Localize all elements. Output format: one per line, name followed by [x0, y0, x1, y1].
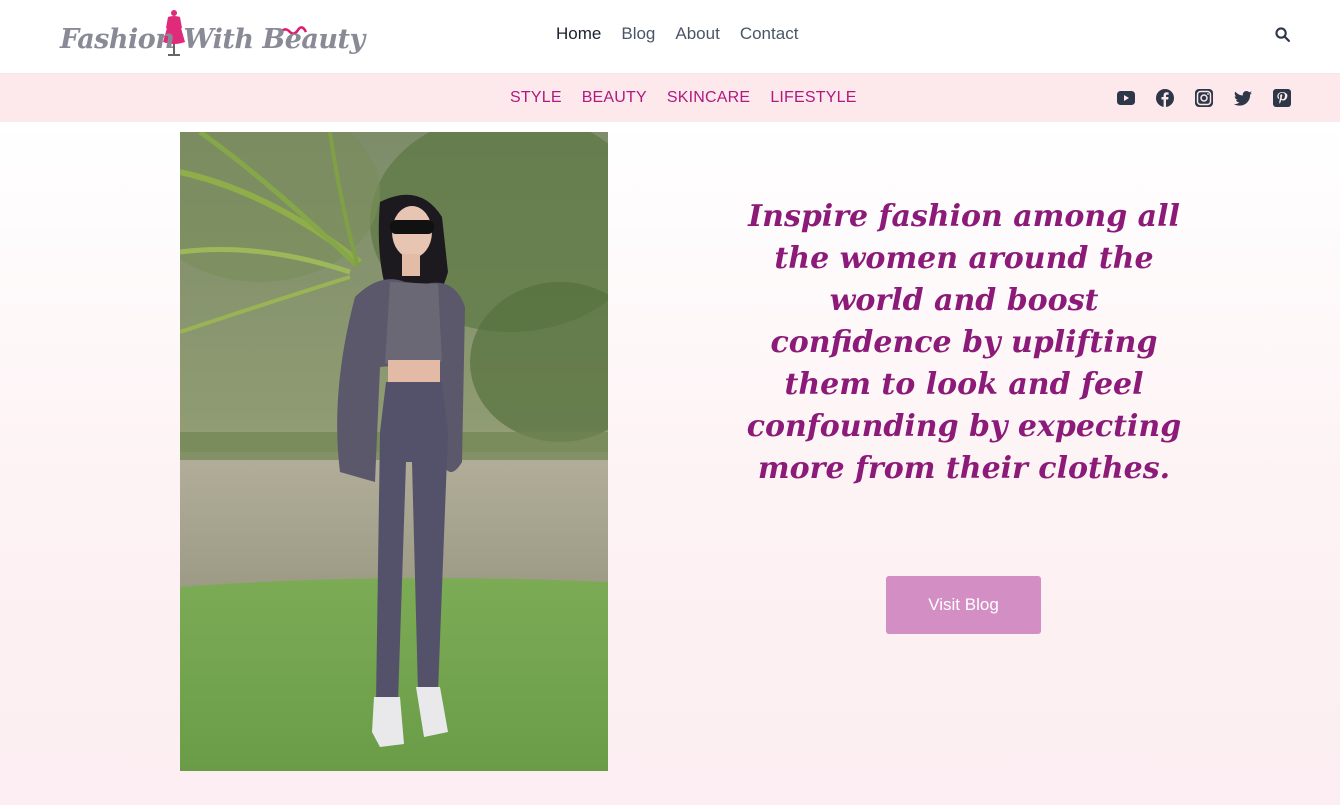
hero-photo-illustration	[180, 132, 608, 771]
facebook-link[interactable]	[1153, 86, 1177, 110]
hero-photo	[180, 132, 608, 771]
hero-section: Inspire fashion among all the women arou…	[0, 122, 1340, 805]
site-header: Fashion With Beauty Home Blog About Cont…	[0, 0, 1340, 74]
main-nav: Home Blog About Contact	[546, 0, 808, 68]
instagram-link[interactable]	[1192, 86, 1216, 110]
social-links	[1114, 86, 1294, 110]
youtube-icon	[1117, 91, 1135, 105]
hero-quote: Inspire fashion among all the women arou…	[746, 199, 1182, 486]
search-icon	[1274, 26, 1290, 42]
category-lifestyle[interactable]: LIFESTYLE	[760, 89, 866, 107]
instagram-icon	[1195, 89, 1213, 107]
category-style[interactable]: STYLE	[500, 89, 572, 107]
pinterest-icon	[1273, 89, 1291, 107]
category-skincare[interactable]: SKINCARE	[657, 89, 760, 107]
search-button[interactable]	[1270, 22, 1294, 46]
facebook-icon	[1156, 89, 1174, 107]
category-beauty[interactable]: BEAUTY	[572, 89, 657, 107]
nav-about[interactable]: About	[665, 24, 729, 44]
nav-contact[interactable]: Contact	[730, 24, 809, 44]
youtube-link[interactable]	[1114, 86, 1138, 110]
nav-blog[interactable]: Blog	[611, 24, 665, 44]
logo-text: Fashion With Beauty	[60, 24, 365, 55]
site-logo[interactable]: Fashion With Beauty	[58, 6, 365, 64]
twitter-icon	[1234, 90, 1252, 106]
pinterest-link[interactable]	[1270, 86, 1294, 110]
twitter-link[interactable]	[1231, 86, 1255, 110]
nav-home[interactable]: Home	[546, 24, 611, 44]
visit-blog-button[interactable]: Visit Blog	[886, 576, 1041, 634]
category-nav: STYLE BEAUTY SKINCARE LIFESTYLE	[500, 74, 867, 122]
category-bar: STYLE BEAUTY SKINCARE LIFESTYLE	[0, 74, 1340, 122]
